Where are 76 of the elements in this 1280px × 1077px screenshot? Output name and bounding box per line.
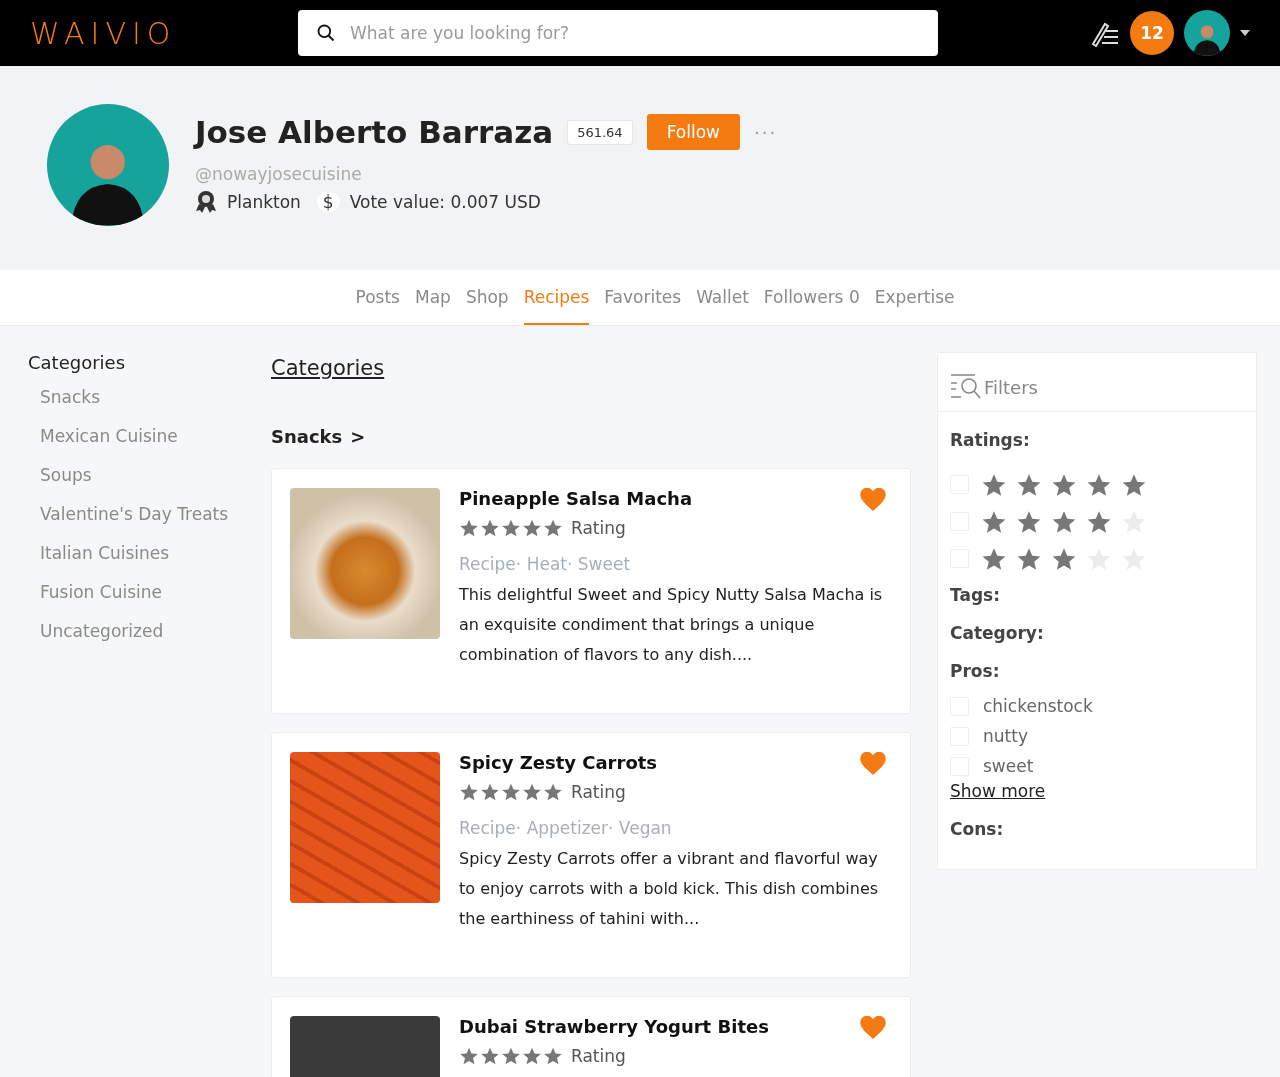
category-link[interactable]: Valentine's Day Treats (28, 504, 271, 543)
tab[interactable]: Expertise (874, 270, 955, 325)
rank-label: Plankton (227, 192, 301, 212)
ratings-label: Ratings: (949, 430, 1031, 450)
section-title[interactable]: Snacks (271, 426, 343, 447)
star-icon (459, 782, 479, 802)
star-icon (522, 782, 542, 802)
currency-symbol: $ (316, 192, 340, 212)
award-icon (195, 190, 217, 214)
recipe-description: This delightful Sweet and Spicy Nutty Salsa Macha is an exquisite condiment that brings a unique combination of flavors to any dish.... (459, 584, 884, 666)
caret-icon[interactable] (1240, 30, 1250, 36)
recipe-tags: Recipe· Heat· Sweet (459, 554, 892, 574)
category-link[interactable]: Soups (28, 465, 271, 504)
profile-name: Jose Alberto Barraza (195, 114, 554, 150)
tab[interactable]: Followers 0 (763, 270, 860, 325)
star-icon (522, 518, 542, 538)
heart-icon[interactable] (860, 488, 886, 512)
vote-value: Vote value: 0.007 USD (349, 192, 541, 212)
pros-option: chickenstock (983, 696, 1093, 716)
cons-label: Cons: (949, 819, 1005, 839)
tags-label: Tags: (949, 585, 1001, 605)
pros-label: Pros: (949, 661, 1001, 681)
star-icon (543, 782, 563, 802)
search-icon (316, 23, 336, 43)
search-bar[interactable]: What are you looking for? (298, 10, 938, 56)
profile-handle: @nowayjosecuisine (195, 164, 363, 184)
category-label: Category: (949, 623, 1045, 643)
recipe-card[interactable]: Pineapple Salsa Macha Rating Recipe· Heat· Sweet This delightful Sweet and Spicy Nutty Salsa Macha is an exquisite condiment that brings a unique combination of flavors to any dish.... (271, 468, 911, 714)
recipe-title[interactable]: Spicy Zesty Carrots (459, 752, 892, 773)
category-link[interactable]: Italian Cuisines (28, 543, 271, 582)
pros-option: nutty (983, 726, 1028, 746)
tab[interactable]: Wallet (696, 270, 749, 325)
star-icon (480, 518, 500, 538)
star-icon (522, 1046, 542, 1066)
notification-count[interactable]: 12 (1130, 11, 1174, 55)
category-link[interactable]: Snacks (28, 387, 271, 426)
reputation-score: 561.64 (567, 119, 633, 145)
category-link[interactable]: Fusion Cuisine (28, 582, 271, 621)
recipe-title[interactable]: Dubai Strawberry Yogurt Bites (459, 1016, 769, 1037)
tab[interactable]: Map (415, 270, 451, 325)
heart-icon[interactable] (860, 752, 886, 776)
star-icon (501, 518, 521, 538)
rating-label: Rating (571, 518, 626, 538)
category-link[interactable]: Uncategorized (28, 621, 271, 660)
star-icon (459, 518, 479, 538)
recipe-tags: Recipe· Appetizer· Vegan (459, 818, 892, 838)
star-icon (459, 1046, 479, 1066)
star-icon (480, 782, 500, 802)
tab[interactable]: Posts (355, 270, 400, 325)
tab[interactable]: Recipes (523, 270, 590, 325)
follow-button[interactable]: Follow (646, 114, 740, 150)
recipe-description: Spicy Zesty Carrots offer a vibrant and flavorful way to enjoy carrots with a bold kick. This dish combines the earthiness of tahini with... (459, 848, 880, 930)
more-menu[interactable]: ··· (753, 121, 778, 143)
tab[interactable]: Shop (465, 270, 509, 325)
logo[interactable]: WAIVIO (30, 15, 298, 51)
pros-option: sweet (983, 756, 1034, 776)
heart-icon[interactable] (860, 1016, 886, 1040)
star-icon (501, 1046, 521, 1066)
recipe-card[interactable]: Dubai Strawberry Yogurt Bites Rating (271, 996, 911, 1077)
sidebar-title: Categories (28, 352, 127, 373)
filters-title: Filters (984, 376, 1038, 398)
chevron-icon[interactable]: > (350, 426, 366, 447)
rating-label: Rating (571, 1046, 626, 1066)
tab[interactable]: Favorites (604, 270, 682, 325)
categories-heading: Categories (271, 356, 386, 380)
star-icon (480, 1046, 500, 1066)
star-icon (543, 518, 563, 538)
category-link[interactable]: Mexican Cuisine (28, 426, 271, 465)
rating-label: Rating (571, 782, 626, 802)
star-icon (543, 1046, 563, 1066)
star-icon (501, 782, 521, 802)
avatar[interactable] (1184, 10, 1230, 56)
recipe-title[interactable]: Pineapple Salsa Macha (459, 488, 892, 509)
recipe-card[interactable]: Spicy Zesty Carrots Rating Recipe· Appetizer· Vegan Spicy Zesty Carrots offer a vibrant and flavorful way to enjoy carrots with a bold kick. This dish combines the earthiness of tahini with... (271, 732, 911, 978)
show-more-link[interactable]: Show more (938, 781, 1256, 801)
filter-search-icon (950, 373, 982, 401)
